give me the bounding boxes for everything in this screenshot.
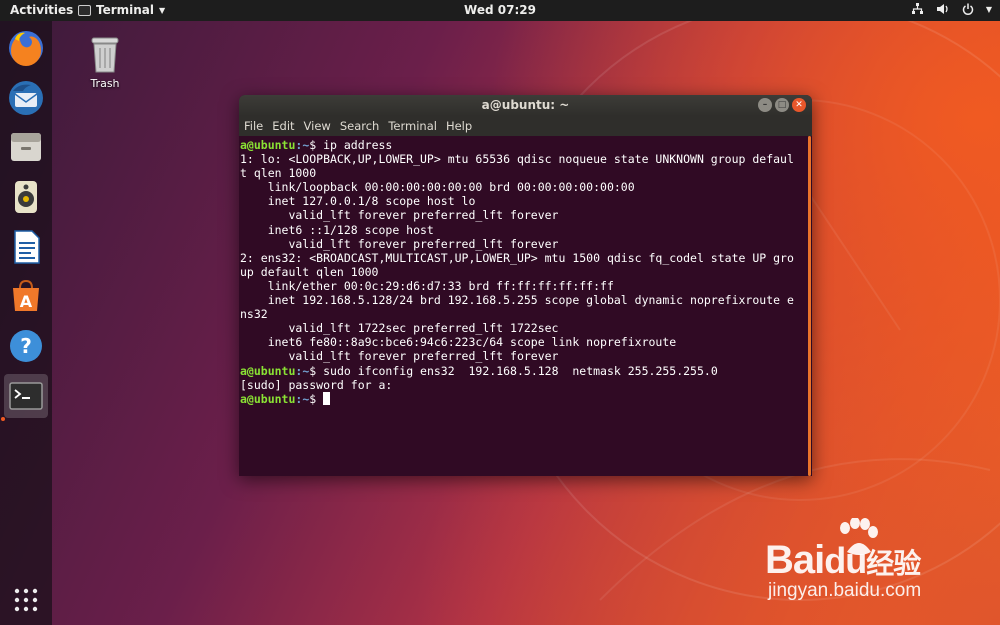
terminal-command-line: a@ubuntu:~$ sudo ifconfig ens32 192.168.…	[240, 364, 805, 378]
menu-help[interactable]: Help	[446, 119, 472, 133]
prompt-user: a@ubuntu	[240, 391, 296, 406]
app-grid-icon	[14, 588, 38, 612]
minimize-button[interactable]: –	[758, 98, 772, 112]
prompt-path: :~	[295, 363, 310, 378]
software-center-icon: A	[13, 279, 39, 311]
terminal-menubar: File Edit View Search Terminal Help	[239, 116, 812, 136]
terminal-output-line: inet6 ::1/128 scope host	[240, 222, 434, 237]
network-icon	[911, 3, 923, 14]
files-icon	[11, 133, 41, 161]
system-status-area[interactable]: ▼	[911, 3, 992, 15]
trash-label: Trash	[90, 77, 120, 90]
window-titlebar[interactable]: a@ubuntu: ~ – □ ✕	[239, 95, 812, 116]
window-title: a@ubuntu: ~	[481, 98, 570, 112]
rhythmbox-icon	[15, 181, 37, 213]
terminal-command-line: a@ubuntu:~$	[240, 391, 805, 406]
dock-item-files[interactable]	[4, 125, 48, 169]
thunderbird-icon	[9, 81, 43, 115]
svg-text:A: A	[20, 292, 33, 311]
menu-view[interactable]: View	[304, 119, 331, 133]
terminal-output-line: 2: ens32: <BROADCAST,MULTICAST,UP,LOWER_…	[240, 250, 794, 265]
terminal-output-line: inet 127.0.0.1/8 scope host lo	[240, 194, 476, 209]
prompt-user: a@ubuntu	[240, 363, 296, 378]
dock-item-help[interactable]: ?	[4, 324, 48, 368]
terminal-output-line: link/loopback 00:00:00:00:00:00 brd 00:0…	[240, 180, 635, 195]
desktop-trash[interactable]: Trash	[80, 34, 130, 90]
terminal-output-line: valid_lft forever preferred_lft forever	[240, 236, 559, 251]
command-text	[316, 392, 323, 406]
dock-item-terminal[interactable]	[4, 374, 48, 418]
app-menu-label: Terminal	[96, 3, 155, 17]
text-cursor	[323, 391, 331, 405]
close-button[interactable]: ✕	[792, 98, 806, 112]
chevron-down-icon: ▼	[985, 4, 992, 14]
terminal-icon	[78, 4, 91, 16]
clock[interactable]: Wed 07:29	[464, 3, 536, 17]
prompt-user: a@ubuntu	[240, 138, 296, 152]
terminal-output-line: t qlen 1000	[240, 166, 317, 181]
active-indicator	[1, 417, 5, 421]
terminal-output-line: up default qlen 1000	[240, 264, 379, 279]
terminal-output[interactable]: a@ubuntu:~$ ip address 1: lo: <LOOPBACK,U…	[239, 136, 806, 476]
dock-item-software[interactable]: A	[4, 274, 48, 318]
watermark-url: jingyan.baidu.com	[768, 580, 922, 601]
terminal-window[interactable]: a@ubuntu: ~ – □ ✕ File Edit View Search …	[239, 95, 812, 476]
terminal-icon	[9, 382, 43, 410]
terminal-output-line: link/ether 00:0c:29:d6:d7:33 brd ff:ff:f…	[240, 278, 614, 293]
prompt-path: :~	[295, 138, 310, 152]
command-text: ip address	[316, 138, 393, 152]
command-text: sudo ifconfig ens32 192.168.5.128 netmas…	[316, 363, 718, 378]
app-menu[interactable]: Terminal ▼	[78, 3, 165, 17]
dock-item-rhythmbox[interactable]	[4, 175, 48, 219]
maximize-button[interactable]: □	[775, 98, 789, 112]
terminal-output-line: valid_lft 1722sec preferred_lft 1722sec	[240, 321, 559, 336]
terminal-output-line: valid_lft forever preferred_lft forever	[240, 349, 559, 364]
dock-item-firefox[interactable]	[4, 26, 48, 70]
prompt-path: :~	[295, 391, 310, 406]
chevron-down-icon: ▼	[159, 5, 166, 15]
menu-terminal[interactable]: Terminal	[388, 119, 437, 133]
terminal-output-line: inet6 fe80::8a9c:bce6:94c6:223c/64 scope…	[240, 335, 677, 350]
svg-text:?: ?	[20, 334, 32, 358]
document-icon	[14, 230, 40, 264]
watermark-brand: Baidu经验	[765, 538, 921, 582]
trash-icon	[91, 37, 119, 73]
top-bar: Activities Terminal ▼ Wed 07:29 ▼	[0, 0, 1000, 21]
menu-file[interactable]: File	[244, 119, 263, 133]
close-icon: ✕	[795, 100, 803, 110]
firefox-icon	[9, 31, 43, 66]
maximize-icon: □	[777, 100, 787, 110]
terminal-output-line: 1: lo: <LOOPBACK,UP,LOWER_UP> mtu 65536 …	[240, 152, 794, 167]
terminal-output-line: ns32	[240, 307, 268, 322]
terminal-output-line: [sudo] password for a:	[240, 377, 393, 392]
terminal-output-line: valid_lft forever preferred_lft forever	[240, 208, 559, 223]
minimize-icon: –	[762, 100, 768, 110]
dock-item-writer[interactable]	[4, 225, 48, 269]
terminal-output-line: inet 192.168.5.128/24 brd 192.168.5.255 …	[240, 293, 794, 308]
menu-search[interactable]: Search	[340, 119, 380, 133]
terminal-command-line: a@ubuntu:~$ ip address	[240, 138, 805, 152]
volume-icon	[936, 4, 948, 14]
scrollbar[interactable]	[806, 136, 812, 476]
power-icon	[962, 3, 974, 15]
dock-item-thunderbird[interactable]	[4, 76, 48, 120]
scrollbar-thumb[interactable]	[808, 136, 811, 476]
dock: A ?	[0, 21, 52, 625]
activities-button[interactable]: Activities	[10, 3, 73, 17]
menu-edit[interactable]: Edit	[272, 119, 294, 133]
help-icon: ?	[10, 330, 42, 362]
show-applications-button[interactable]	[4, 578, 48, 622]
baidu-watermark: Baidu经验 jingyan.baidu.com	[765, 518, 965, 608]
